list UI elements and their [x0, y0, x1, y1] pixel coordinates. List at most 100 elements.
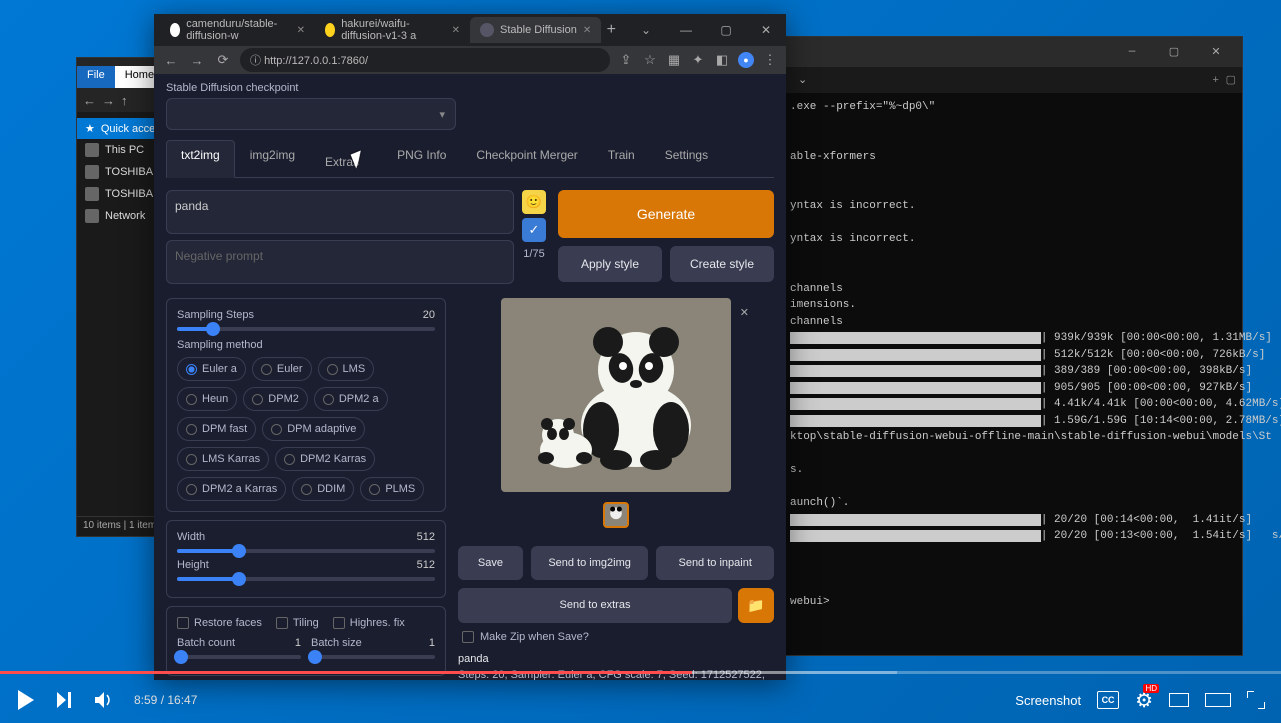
tab-extras[interactable]: Extras [310, 140, 382, 177]
sampler-ddim[interactable]: DDIM [292, 477, 354, 501]
send-extras-button[interactable]: Send to extras [458, 588, 732, 622]
ext-icon[interactable]: ◧ [714, 52, 730, 68]
folder-button[interactable]: 📁 [738, 588, 774, 622]
tab-train[interactable]: Train [593, 140, 650, 177]
zip-label: Make Zip when Save? [480, 631, 589, 643]
style-emoji-button[interactable]: 🙂 [522, 190, 546, 214]
video-progress[interactable] [0, 671, 1281, 674]
generate-button[interactable]: Generate [558, 190, 774, 238]
tiling-checkbox[interactable]: Tiling [276, 617, 319, 629]
hf-icon [325, 23, 335, 37]
chevron-down-icon[interactable]: ⌄ [626, 23, 666, 37]
tab-pnginfo[interactable]: PNG Info [382, 140, 461, 177]
batch-count-slider[interactable] [177, 655, 301, 659]
url-input[interactable]: ⓘ http://127.0.0.1:7860/ [240, 48, 610, 72]
menu-icon[interactable]: ⋮ [762, 52, 778, 68]
sampler-lmsk[interactable]: LMS Karras [177, 447, 269, 471]
browser-tab-1[interactable]: camenduru/stable-diffusion-w✕ [160, 12, 315, 48]
terminal-close-button[interactable]: ✕ [1200, 45, 1232, 59]
send-img2img-button[interactable]: Send to img2img [531, 546, 649, 580]
maximize-button[interactable]: ▢ [706, 23, 746, 37]
close-button[interactable]: ✕ [746, 23, 786, 37]
size-panel: Width512 Height512 [166, 520, 446, 598]
nav-back-icon[interactable]: ← [83, 93, 96, 108]
star-icon[interactable]: ☆ [642, 52, 658, 68]
terminal-min-button[interactable]: — [1116, 46, 1148, 58]
sampler-dpm2a[interactable]: DPM2 a [314, 387, 388, 411]
sd-tabs: txt2img img2img Extras PNG Info Checkpoi… [166, 140, 774, 178]
send-inpaint-button[interactable]: Send to inpaint [656, 546, 774, 580]
extensions-icon[interactable]: ✦ [690, 52, 706, 68]
sampler-lms[interactable]: LMS [318, 357, 375, 381]
steps-value: 20 [423, 309, 435, 321]
close-tab-icon[interactable]: ✕ [452, 25, 460, 36]
terminal-new-tab[interactable]: + ▢ [1212, 73, 1236, 87]
sampler-plms[interactable]: PLMS [360, 477, 424, 501]
thumb-selected[interactable] [603, 502, 629, 528]
back-button[interactable]: ← [162, 53, 180, 68]
sampler-dpm2[interactable]: DPM2 [243, 387, 308, 411]
prompt-input[interactable]: panda [166, 190, 514, 234]
volume-button[interactable] [94, 691, 114, 709]
next-button[interactable] [56, 691, 74, 709]
drive-icon [85, 165, 99, 179]
create-style-button[interactable]: Create style [670, 246, 774, 282]
save-button[interactable]: Save [458, 546, 523, 580]
fullscreen-button[interactable] [1247, 691, 1265, 709]
sampler-euler[interactable]: Euler [252, 357, 312, 381]
close-tab-icon[interactable]: ✕ [297, 25, 305, 36]
tab-settings[interactable]: Settings [650, 140, 723, 177]
mouse-cursor-icon [353, 152, 367, 170]
ribbon-tab-file[interactable]: File [77, 66, 115, 88]
apply-style-button[interactable]: Apply style [558, 246, 662, 282]
options-panel: Restore faces Tiling Highres. fix Batch … [166, 606, 446, 676]
reload-button[interactable]: ⟳ [214, 52, 232, 68]
height-slider[interactable] [177, 577, 435, 581]
terminal-max-button[interactable]: ▢ [1158, 45, 1190, 59]
restore-faces-checkbox[interactable]: Restore faces [177, 617, 262, 629]
zip-checkbox[interactable] [462, 631, 474, 643]
app-icon[interactable]: ▦ [666, 52, 682, 68]
nav-up-icon[interactable]: ↑ [121, 93, 128, 108]
tab-img2img[interactable]: img2img [235, 140, 310, 177]
minimize-button[interactable]: — [666, 23, 706, 37]
terminal-titlebar: — ▢ ✕ [784, 37, 1242, 67]
nav-fwd-icon[interactable]: → [102, 93, 115, 108]
theater-button[interactable] [1205, 693, 1231, 707]
screenshot-label[interactable]: Screenshot [1015, 693, 1081, 708]
close-icon[interactable]: ✕ [740, 306, 749, 319]
tab-txt2img[interactable]: txt2img [166, 140, 235, 178]
close-tab-icon[interactable]: ✕ [583, 25, 591, 36]
sampler-eulera[interactable]: Euler a [177, 357, 246, 381]
token-counter: 1/75 [523, 248, 544, 260]
terminal-output[interactable]: .exe --prefix="%~dp0\" able-xformers ynt… [784, 93, 1242, 617]
sampler-dpm2ak[interactable]: DPM2 a Karras [177, 477, 286, 501]
sampler-dpmad[interactable]: DPM adaptive [262, 417, 365, 441]
sampler-heun[interactable]: Heun [177, 387, 237, 411]
highres-checkbox[interactable]: Highres. fix [333, 617, 405, 629]
browser-tab-3[interactable]: Stable Diffusion✕ [470, 17, 601, 43]
sampler-dpmfast[interactable]: DPM fast [177, 417, 256, 441]
share-icon[interactable]: ⇪ [618, 52, 634, 68]
checkpoint-dropdown[interactable]: ▾ [166, 98, 456, 130]
steps-slider[interactable] [177, 327, 435, 331]
style-check-button[interactable]: ✓ [522, 218, 546, 242]
browser-tab-2[interactable]: hakurei/waifu-diffusion-v1-3 a✕ [315, 12, 470, 48]
forward-button[interactable]: → [188, 53, 206, 68]
play-button[interactable] [16, 689, 36, 711]
sampler-dpm2k[interactable]: DPM2 Karras [275, 447, 375, 471]
profile-icon[interactable]: ● [738, 52, 754, 68]
width-slider[interactable] [177, 549, 435, 553]
cc-button[interactable]: CC [1097, 691, 1119, 709]
checkpoint-label: Stable Diffusion checkpoint [166, 82, 774, 94]
settings-button[interactable]: ⚙HD [1135, 688, 1153, 713]
new-tab-button[interactable]: + [601, 21, 621, 39]
batch-size-slider[interactable] [311, 655, 435, 659]
output-canvas[interactable]: ✕ [501, 298, 731, 492]
tab-merger[interactable]: Checkpoint Merger [461, 140, 592, 177]
miniplayer-button[interactable] [1169, 693, 1189, 707]
negative-prompt-input[interactable]: Negative prompt [166, 240, 514, 284]
output-column: ✕ [458, 298, 774, 680]
terminal-tab[interactable]: ⌄ [790, 69, 815, 91]
browser-window-controls: ⌄ — ▢ ✕ [626, 23, 786, 37]
